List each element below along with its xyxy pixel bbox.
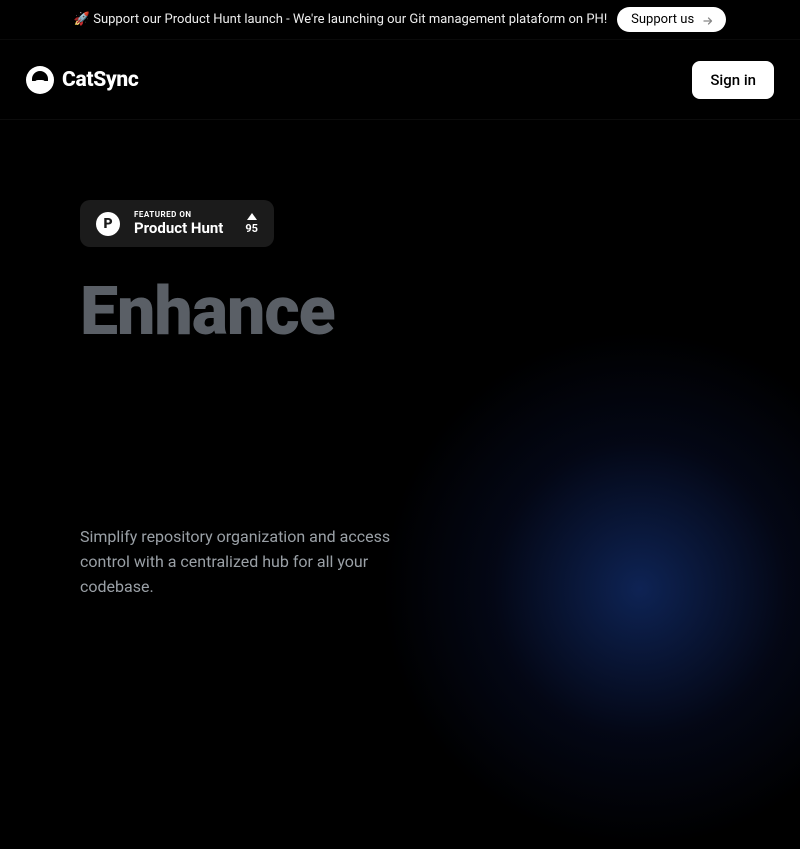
featured-on-label: FEATURED ON — [134, 210, 223, 219]
sign-in-button[interactable]: Sign in — [692, 61, 774, 99]
support-us-button[interactable]: Support us — [617, 7, 726, 32]
product-hunt-text: FEATURED ON Product Hunt — [134, 210, 223, 237]
hero-title: Enhance — [80, 277, 720, 345]
brand-logo[interactable]: CatSync — [26, 66, 139, 94]
announcement-bar: 🚀 Support our Product Hunt launch - We'r… — [0, 0, 800, 40]
product-hunt-icon: P — [96, 212, 120, 236]
announcement-text: 🚀 Support our Product Hunt launch - We'r… — [74, 12, 607, 27]
logo-icon — [26, 66, 54, 94]
product-hunt-badge[interactable]: P FEATURED ON Product Hunt 95 — [80, 200, 274, 247]
product-hunt-name: Product Hunt — [134, 219, 223, 237]
header: CatSync Sign in — [0, 40, 800, 120]
background-glow — [380, 329, 800, 849]
upvote-icon — [247, 213, 257, 220]
brand-name: CatSync — [62, 68, 139, 92]
arrow-right-icon — [702, 15, 712, 25]
hero-subtitle: Simplify repository organization and acc… — [80, 525, 400, 599]
support-us-label: Support us — [631, 12, 694, 27]
vote-block: 95 — [245, 213, 258, 235]
hero-section: P FEATURED ON Product Hunt 95 Enhance Si… — [0, 120, 800, 599]
vote-count: 95 — [245, 222, 258, 235]
sign-in-label: Sign in — [710, 71, 756, 89]
